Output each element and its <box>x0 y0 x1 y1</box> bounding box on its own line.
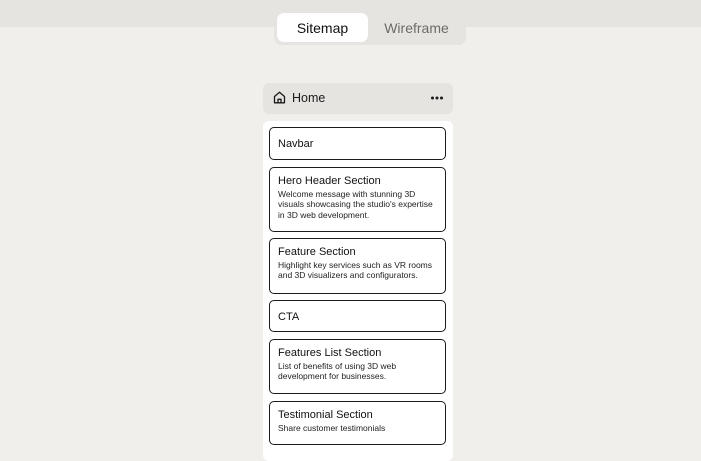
section-title: Testimonial Section <box>278 409 373 421</box>
page-title: Home <box>292 91 326 105</box>
section-card-hero-header[interactable]: Hero Header Section Welcome message with… <box>269 167 446 232</box>
section-title: Navbar <box>278 138 314 150</box>
section-description: Share customer testimonials <box>278 423 386 433</box>
section-card-cta[interactable]: CTA <box>269 300 446 332</box>
tab-wireframe[interactable]: Wireframe <box>370 13 463 42</box>
section-description: Highlight key services such as VR rooms … <box>278 260 433 281</box>
section-description: List of benefits of using 3D web develop… <box>278 361 397 382</box>
page-header-home[interactable]: Home <box>263 83 453 114</box>
section-title: Features List Section <box>278 347 382 359</box>
section-card-testimonial[interactable]: Testimonial Section Share customer testi… <box>269 401 446 445</box>
more-horizontal-icon[interactable] <box>430 93 444 103</box>
sections-panel: Navbar Hero Header Section Welcome messa… <box>263 121 453 461</box>
section-card-navbar[interactable]: Navbar <box>269 127 446 160</box>
section-title: Hero Header Section <box>278 175 381 187</box>
view-toggle: Sitemap Wireframe <box>274 10 466 45</box>
section-description: Welcome message with stunning 3D visuals… <box>278 189 433 220</box>
tab-sitemap[interactable]: Sitemap <box>277 13 368 42</box>
section-title: CTA <box>278 311 300 323</box>
section-title: Feature Section <box>278 246 356 258</box>
section-card-features-list[interactable]: Features List Section List of benefits o… <box>269 339 446 394</box>
home-icon <box>273 91 286 104</box>
section-card-feature[interactable]: Feature Section Highlight key services s… <box>269 238 446 294</box>
